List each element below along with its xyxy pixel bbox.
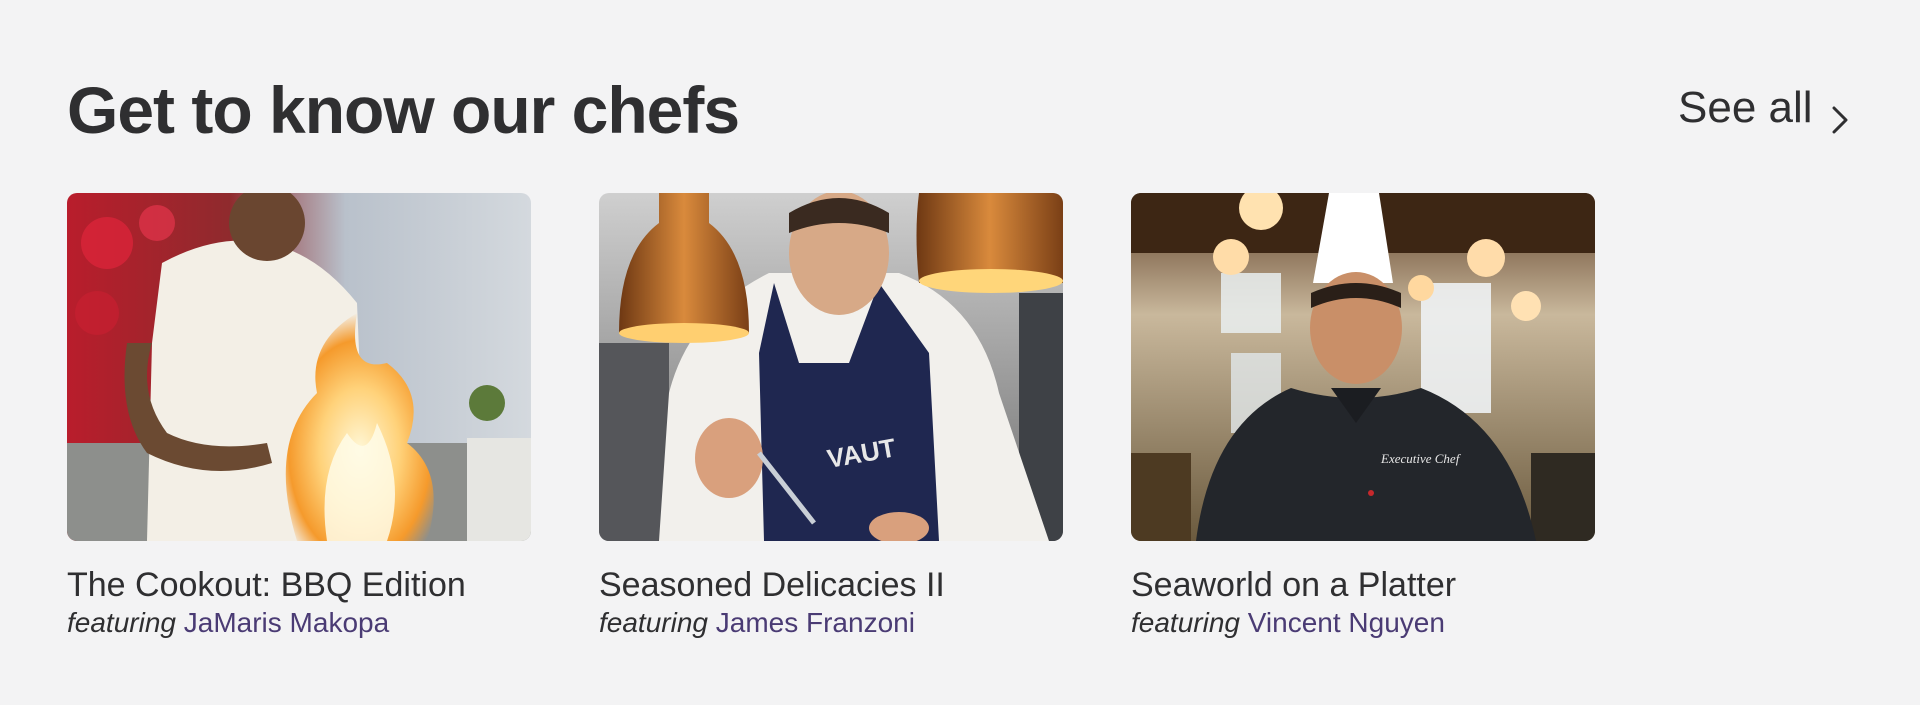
see-all-link[interactable]: See all [1678,80,1851,136]
chef-card-3[interactable]: Executive Chef Seaworld on a Platter fea… [1131,193,1595,641]
plating-chef-photo: VAUT [599,193,1063,541]
chef-card-2[interactable]: VAUT Seasoned Delicacies II featuring Ja… [599,193,1063,641]
chevron-right-icon [1829,93,1851,134]
chef-card-image[interactable]: VAUT [599,193,1063,541]
card-title: Seaworld on a Platter [1131,566,1457,604]
chef-card-1[interactable]: The Cookout: BBQ Edition featuring JaMar… [67,193,531,641]
section-title: Get to know our chefs [67,73,740,147]
chef-card-image[interactable]: Executive Chef [1131,193,1595,541]
card-title: The Cookout: BBQ Edition [67,566,466,604]
chef-cards: The Cookout: BBQ Edition featuring JaMar… [67,193,1595,641]
card-title: Seasoned Delicacies II [599,566,945,604]
see-all-label: See all [1678,83,1813,132]
bbq-chef-photo [67,193,531,541]
featuring-label: featuring [1131,607,1240,638]
chef-name: James Franzoni [715,607,915,638]
featuring-label: featuring [599,607,708,638]
chefs-section: Get to know our chefs See all The Cookou… [0,0,1920,705]
chef-name: JaMaris Makopa [183,607,390,638]
featuring-label: featuring [67,607,176,638]
card-subtitle: featuring JaMaris Makopa [67,605,531,641]
chef-card-image[interactable] [67,193,531,541]
card-subtitle: featuring James Franzoni [599,605,1063,641]
svg-text:Executive Chef: Executive Chef [1380,451,1462,466]
chef-name: Vincent Nguyen [1247,607,1445,638]
card-subtitle: featuring Vincent Nguyen [1131,605,1595,641]
toque-chef-photo: Executive Chef [1131,193,1595,541]
